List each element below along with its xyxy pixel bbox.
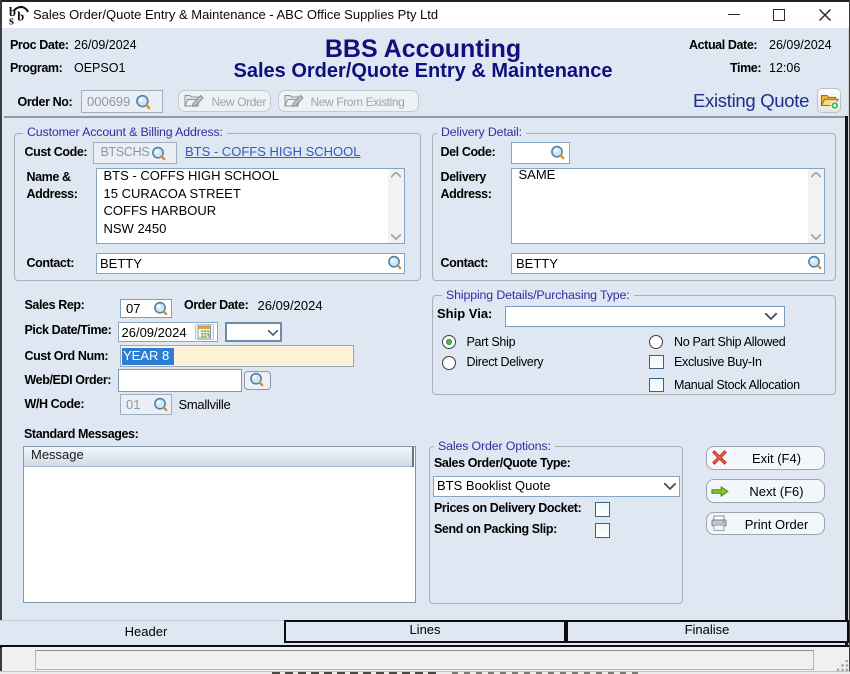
svg-text:s: s bbox=[9, 13, 14, 27]
svg-text:b: b bbox=[17, 9, 24, 23]
